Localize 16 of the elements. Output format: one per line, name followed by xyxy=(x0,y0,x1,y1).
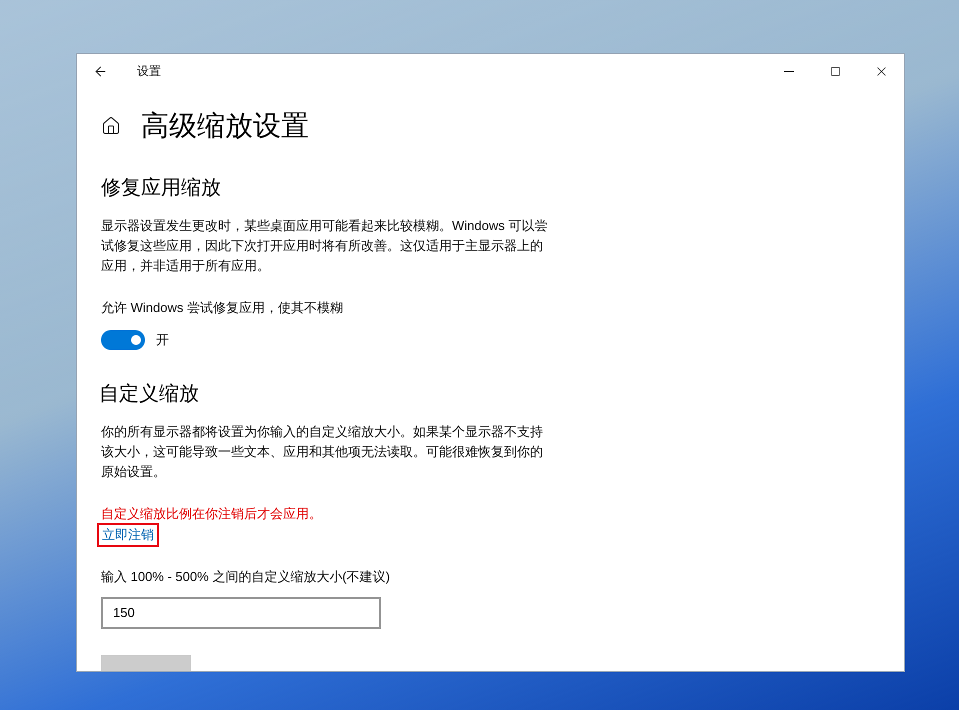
home-icon[interactable] xyxy=(101,116,121,136)
section-heading: 自定义缩放 xyxy=(99,382,200,406)
toggle-label: 允许 Windows 尝试修复应用，使其不模糊 xyxy=(101,299,344,317)
section-heading: 修复应用缩放 xyxy=(101,176,222,201)
toggle-state: 开 xyxy=(156,330,169,349)
section-description: 显示器设置发生更改时，某些桌面应用可能看起来比较模糊。Windows 可以尝试修复这些应用，因此下次打开应用时将有所改善。这仅适用于主显示器上的应用，并非适用于所有应用。 xyxy=(101,217,548,275)
section-description: 你的所有显示器都将设置为你输入的自定义缩放大小。如果某个显示器不支持该大小，这可能导致一些文本、应用和其他项无法读取。可能很难恢复到你的原始设置。 xyxy=(101,422,544,480)
maximize-icon xyxy=(830,66,840,76)
warning-text: 自定义缩放比例在你注销后才会应用。 xyxy=(101,504,323,522)
toggle-switch[interactable] xyxy=(101,330,145,350)
sign-out-link[interactable]: 立即注销 xyxy=(97,523,159,547)
page-title: 高级缩放设置 xyxy=(141,109,309,143)
minimize-icon xyxy=(784,70,794,72)
field-label: 输入 100% - 500% 之间的自定义缩放大小(不建议) xyxy=(101,568,391,586)
window-title: 设置 xyxy=(137,63,161,80)
scale-input-field[interactable]: 150 xyxy=(101,596,381,628)
